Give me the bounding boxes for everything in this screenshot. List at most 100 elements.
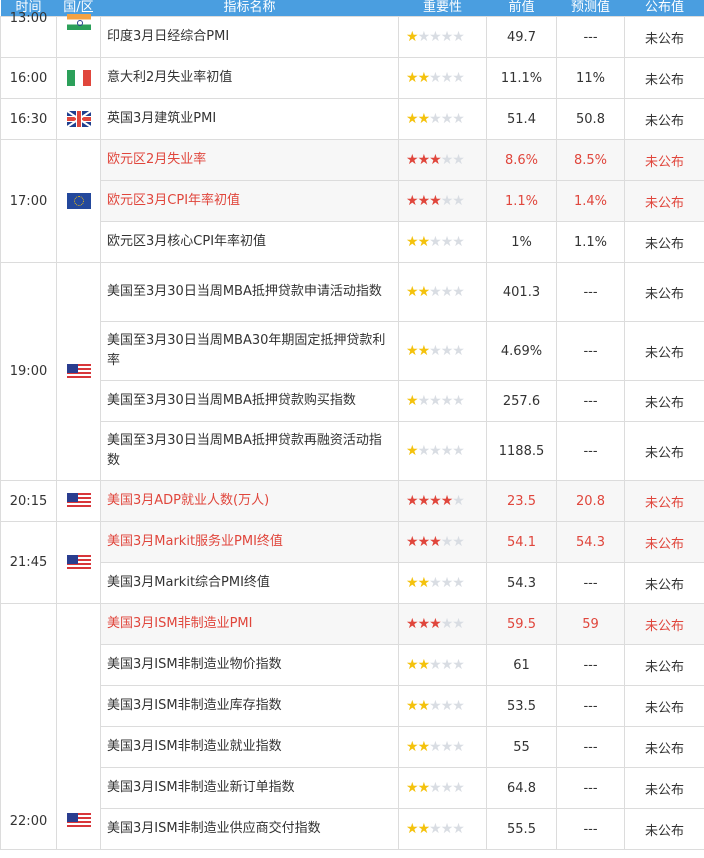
star-empty-icon: ★ (452, 575, 465, 591)
indicator-name[interactable]: 美国3月ISM非制造业库存指数 (100, 685, 399, 727)
header-previous: 前值 (486, 0, 557, 17)
previous-value: 401.3 (486, 262, 557, 322)
indicator-name[interactable]: 美国至3月30日当周MBA30年期固定抵押贷款利率 (100, 321, 399, 381)
previous-value: 8.6% (486, 139, 557, 181)
indicator-name[interactable]: 美国3月ISM非制造业就业指数 (100, 726, 399, 768)
forecast-value: --- (556, 644, 625, 686)
indicator-name[interactable]: 美国3月ADP就业人数(万人) (100, 480, 399, 522)
actual-value: 未公布 (624, 180, 704, 222)
importance-stars: ★★★★★ (398, 98, 487, 140)
indicator-name[interactable]: 美国至3月30日当周MBA抵押贷款再融资活动指数 (100, 421, 399, 481)
indicator-name[interactable]: 美国至3月30日当周MBA抵押贷款购买指数 (100, 380, 399, 422)
star-empty-icon: ★ (452, 534, 465, 550)
star-empty-icon: ★ (452, 443, 465, 459)
us-flag-icon (66, 363, 91, 380)
forecast-value: 20.8 (556, 480, 625, 522)
header-indicator: 指标名称 (100, 0, 399, 17)
star-filled-icon: ★ (406, 393, 419, 409)
us-flag-icon (66, 554, 91, 571)
star-filled-icon: ★ (417, 821, 431, 837)
star-empty-icon: ★ (452, 616, 465, 632)
importance-stars: ★★★★★ (398, 421, 487, 481)
star-empty-icon: ★ (429, 393, 442, 409)
indicator-name[interactable]: 美国3月ISM非制造业供应商交付指数 (100, 808, 399, 850)
forecast-value: --- (556, 767, 625, 809)
indicator-name[interactable]: 美国至3月30日当周MBA抵押贷款申请活动指数 (100, 262, 399, 322)
time-cell: 13:00 (0, 11, 57, 58)
importance-stars: ★★★★★ (398, 321, 487, 381)
star-filled-icon: ★ (406, 29, 419, 45)
indicator-name[interactable]: 欧元区3月核心CPI年率初值 (100, 221, 399, 263)
us-flag-icon (66, 493, 91, 509)
table-row: 美国3月Markit综合PMI终值 ★★★★★ 54.3 --- 未公布 (1, 562, 704, 604)
star-empty-icon: ★ (440, 534, 454, 550)
star-empty-icon: ★ (440, 393, 454, 409)
star-empty-icon: ★ (440, 698, 454, 714)
star-empty-icon: ★ (429, 29, 442, 45)
star-empty-icon: ★ (429, 284, 442, 300)
actual-value: 未公布 (624, 767, 704, 809)
uk-flag-icon (66, 111, 91, 127)
star-empty-icon: ★ (440, 29, 454, 45)
star-filled-icon: ★ (406, 70, 419, 86)
table-row: 19:00 美国至3月30日当周MBA抵押贷款申请活动指数 ★★★★★ 401.… (0, 262, 704, 481)
table-header: 时间 国/区 指标名称 重要性 前值 预测值 公布值 (0, 0, 704, 17)
previous-value: 257.6 (486, 380, 557, 422)
table-row: 21:45 美国3月Markit服务业PMI终值 ★★★★★ 54.1 54.3… (0, 521, 704, 604)
star-empty-icon: ★ (452, 234, 465, 250)
italy-flag-icon (66, 70, 91, 86)
previous-value: 53.5 (486, 685, 557, 727)
star-filled-icon: ★ (406, 657, 419, 673)
star-empty-icon: ★ (429, 70, 442, 86)
table-row: 20:15 美国3月ADP就业人数(万人) ★★★★★ 23.5 20.8 未公… (0, 480, 704, 522)
table-row: 美国3月ISM非制造业物价指数 ★★★★★ 61 --- 未公布 (1, 644, 704, 686)
star-empty-icon: ★ (452, 152, 465, 168)
star-filled-icon: ★ (417, 657, 431, 673)
indicator-name[interactable]: 意大利2月失业率初值 (100, 57, 399, 99)
star-empty-icon: ★ (429, 575, 442, 591)
forecast-value: --- (556, 562, 625, 604)
actual-value: 未公布 (624, 421, 704, 481)
actual-value: 未公布 (624, 603, 704, 645)
previous-value: 54.3 (486, 562, 557, 604)
star-filled-icon: ★ (429, 152, 442, 168)
star-filled-icon: ★ (406, 152, 419, 168)
actual-value: 未公布 (624, 685, 704, 727)
indicator-name[interactable]: 美国3月ISM非制造业新订单指数 (100, 767, 399, 809)
economic-calendar-table: 时间 国/区 指标名称 重要性 前值 预测值 公布值 13:00 印度3月日经综… (0, 0, 704, 850)
star-filled-icon: ★ (406, 343, 419, 359)
table-row: 16:00 意大利2月失业率初值 ★★★★★ 11.1% 11% 未公布 (0, 57, 704, 99)
actual-value: 未公布 (624, 480, 704, 522)
india-flag-icon (66, 13, 91, 30)
star-empty-icon: ★ (452, 657, 465, 673)
flag-cell (56, 13, 101, 58)
indicator-name[interactable]: 美国3月Markit服务业PMI终值 (100, 521, 399, 563)
star-filled-icon: ★ (417, 616, 431, 632)
star-empty-icon: ★ (429, 343, 442, 359)
star-filled-icon: ★ (406, 575, 419, 591)
indicator-name[interactable]: 美国3月Markit综合PMI终值 (100, 562, 399, 604)
star-empty-icon: ★ (452, 193, 465, 209)
star-empty-icon: ★ (440, 234, 454, 250)
indicator-name[interactable]: 英国3月建筑业PMI (100, 98, 399, 140)
indicator-name[interactable]: 印度3月日经综合PMI (100, 16, 399, 58)
indicator-name[interactable]: 美国3月ISM非制造业PMI (100, 603, 399, 645)
star-filled-icon: ★ (406, 821, 419, 837)
forecast-value: --- (556, 421, 625, 481)
star-empty-icon: ★ (440, 739, 454, 755)
table-row: 美国3月ISM非制造业库存指数 ★★★★★ 53.5 --- 未公布 (1, 685, 704, 727)
actual-value: 未公布 (624, 726, 704, 768)
indicator-name[interactable]: 欧元区3月CPI年率初值 (100, 180, 399, 222)
forecast-value: 11% (556, 57, 625, 99)
indicator-name[interactable]: 美国3月ISM非制造业物价指数 (100, 644, 399, 686)
indicator-name[interactable]: 欧元区2月失业率 (100, 139, 399, 181)
star-filled-icon: ★ (406, 193, 419, 209)
star-empty-icon: ★ (440, 343, 454, 359)
flag-cell (56, 57, 101, 99)
importance-stars: ★★★★★ (398, 16, 487, 58)
actual-value: 未公布 (624, 221, 704, 263)
actual-value: 未公布 (624, 380, 704, 422)
importance-stars: ★★★★★ (398, 57, 487, 99)
importance-stars: ★★★★★ (398, 644, 487, 686)
time-cell: 20:15 (0, 480, 57, 522)
